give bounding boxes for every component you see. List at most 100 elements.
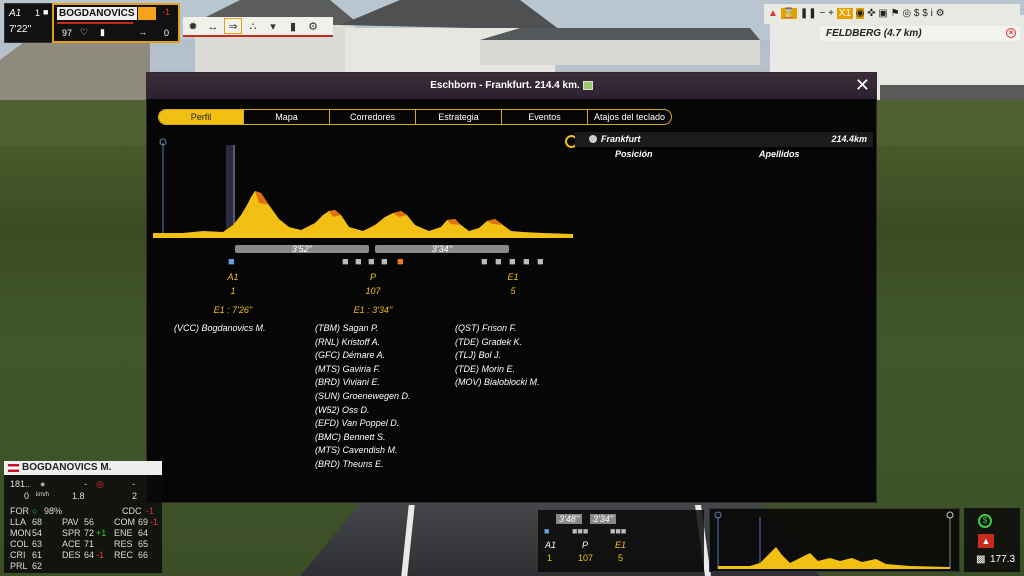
heart-icon: ♡ — [80, 27, 89, 37]
bottle-icon: ▮ — [100, 27, 105, 37]
speed-indicator: X1 — [836, 8, 853, 19]
rider-entry[interactable]: (GFC) Démare A. — [315, 349, 411, 363]
rider-entry[interactable]: (BRD) Viviani E. — [315, 376, 411, 390]
rider-entry[interactable]: (TDE) Gradek K. — [455, 336, 540, 350]
pause-icon[interactable]: ❚❚ — [800, 8, 817, 19]
rider-entry[interactable]: (TDE) Morin E. — [455, 363, 540, 377]
jersey-icon: ■ — [509, 256, 516, 268]
eye-icon[interactable]: ◉ — [855, 8, 865, 19]
drop-icon[interactable]: ▾ — [264, 19, 282, 35]
money2-icon[interactable]: $ — [922, 8, 928, 19]
rider-stats-panel: BOGDANOVICS M. 181.. ● - ◎ - 0 km/h 1.8 … — [4, 461, 162, 573]
stat-delta: -1 — [96, 550, 105, 560]
stat-value: 72 — [84, 528, 95, 538]
money-icon[interactable]: $ — [914, 8, 920, 19]
rider-entry[interactable]: (BMC) Bennett S. — [315, 431, 411, 445]
group-count: 1 — [230, 286, 236, 296]
finish-distance: 214.4km — [831, 134, 867, 144]
info-icon[interactable]: i — [931, 8, 933, 19]
stat-label: REC — [114, 550, 134, 560]
camera-icon[interactable]: ▣ — [878, 8, 887, 19]
modal-header: Eschborn - Frankfurt. 214.4 km. ✕ — [147, 73, 876, 99]
group-cat: A1 — [9, 8, 22, 19]
group-label: A1 — [545, 540, 557, 550]
speed-unit: km/h — [36, 492, 50, 498]
group-icon[interactable]: ∴ — [244, 19, 262, 35]
rider-entry[interactable]: (QST) Frison F. — [455, 322, 540, 336]
close-icon[interactable]: × — [1006, 28, 1016, 38]
follow-icon: → — [138, 27, 147, 37]
bottle-icon[interactable]: ▮ — [284, 19, 302, 35]
jersey-icon: ■ — [523, 256, 530, 268]
jersey-icon: ■ — [228, 256, 235, 268]
stat-value: 71 — [84, 539, 95, 549]
stat-value: 64 — [138, 528, 149, 538]
stat-value: 54 — [32, 528, 43, 538]
group-indicator[interactable]: A1 1 ■ 7'22'' — [4, 3, 54, 43]
rider-entry[interactable]: (MOV) Bialoblocki M. — [455, 376, 540, 390]
rider-entry[interactable]: (VCC) Bogdanovics M. — [174, 322, 266, 336]
plus-icon[interactable]: + — [828, 8, 834, 19]
col-name: Apellidos — [759, 149, 800, 159]
stat-value: 62 — [32, 561, 43, 571]
tab-eventos[interactable]: Eventos — [502, 110, 588, 124]
jersey-icon: ■ — [368, 256, 375, 268]
rider-panel[interactable]: BOGDANOVICS M. -1 97 ♡ ▮ → 0 — [52, 3, 180, 43]
group-label: E1 — [615, 540, 627, 550]
climb-banner[interactable]: FELDBERG (4.7 km) × — [820, 26, 1020, 41]
hourglass-icon[interactable]: ⌛ — [780, 8, 798, 19]
jersey-icon: ■ — [43, 7, 49, 17]
group-count: 5 — [510, 286, 516, 296]
tab-perfil[interactable]: Perfil — [159, 110, 244, 124]
mountain-icon[interactable]: ▲ — [978, 534, 994, 548]
stat-value: 64 — [84, 550, 95, 560]
energy-bar — [57, 22, 133, 24]
rider-entry[interactable]: (EFD) Van Poppel D. — [315, 417, 411, 431]
target-icon[interactable]: ◎ — [902, 8, 911, 19]
tab-estrategia[interactable]: Estrategia — [416, 110, 502, 124]
group-label: E1 — [507, 272, 519, 282]
form-icon: ○ — [32, 506, 38, 516]
jersey-icon: ■ — [381, 256, 388, 268]
tab-corredores[interactable]: Corredores — [330, 110, 416, 124]
settings-icon[interactable]: ⚙ — [936, 8, 945, 19]
close-icon[interactable]: ✕ — [855, 76, 870, 94]
dot-icon — [589, 135, 597, 143]
relay-icon[interactable]: ↔ — [204, 19, 222, 35]
rider-delta: -1 — [162, 7, 171, 17]
helicopter-icon[interactable]: ✜ — [867, 8, 875, 19]
distance-remaining: 177.3 — [990, 554, 1016, 565]
tab-bar: Perfil Mapa Corredores Estrategia Evento… — [158, 109, 672, 125]
rider-name: BOGDANOVICS M. — [57, 7, 137, 32]
money-icon[interactable]: $ — [978, 514, 992, 528]
rider-entry[interactable]: (MTS) Gaviria F. — [315, 363, 411, 377]
group-time: E1 : 7'26'' — [213, 305, 253, 315]
rider-entry[interactable]: (TBM) Sagan P. — [315, 322, 411, 336]
mini-groups[interactable]: 3'48'' 3'34'' ■ ■■■ ■■■ A1 P E1 1 107 5 — [538, 510, 704, 572]
alert-icon[interactable]: ▲ — [768, 8, 778, 19]
rider-entry[interactable]: (W52) Oss D. — [315, 404, 411, 418]
rider-entry[interactable]: (SUN) Groenewegen D. — [315, 390, 411, 404]
tab-atajos[interactable]: Atajos del teclado — [588, 110, 671, 124]
rider-stats-header[interactable]: BOGDANOVICS M. — [4, 461, 162, 475]
stat-value: 66 — [138, 550, 149, 560]
group-label: A1 — [227, 272, 239, 282]
stat-value: 56 — [84, 517, 95, 527]
flag-icon[interactable]: ⚑ — [891, 8, 900, 19]
minus-icon[interactable]: − — [819, 8, 825, 19]
rider-entry[interactable]: (BRD) Theuns E. — [315, 458, 411, 472]
rider-entry[interactable]: (MTS) Cavendish M. — [315, 444, 411, 458]
tab-mapa[interactable]: Mapa — [244, 110, 330, 124]
mini-profile[interactable] — [709, 508, 960, 572]
rider-entry[interactable]: (RNL) Kristoff A. — [315, 336, 411, 350]
stat-label: COL — [10, 539, 29, 549]
rider-entry[interactable]: (TLJ) Bol J. — [455, 349, 540, 363]
jersey-icon: ■ — [397, 256, 404, 268]
group-count: 107 — [578, 553, 594, 563]
jersey-icon: ■ — [342, 256, 349, 268]
stat-value: 68 — [32, 517, 43, 527]
follow-icon[interactable]: ⇒ — [224, 18, 242, 34]
attack-icon[interactable]: ✹ — [184, 19, 202, 35]
jersey-icon: ■■■ — [610, 526, 627, 536]
settings-icon[interactable]: ⚙ — [304, 19, 322, 35]
